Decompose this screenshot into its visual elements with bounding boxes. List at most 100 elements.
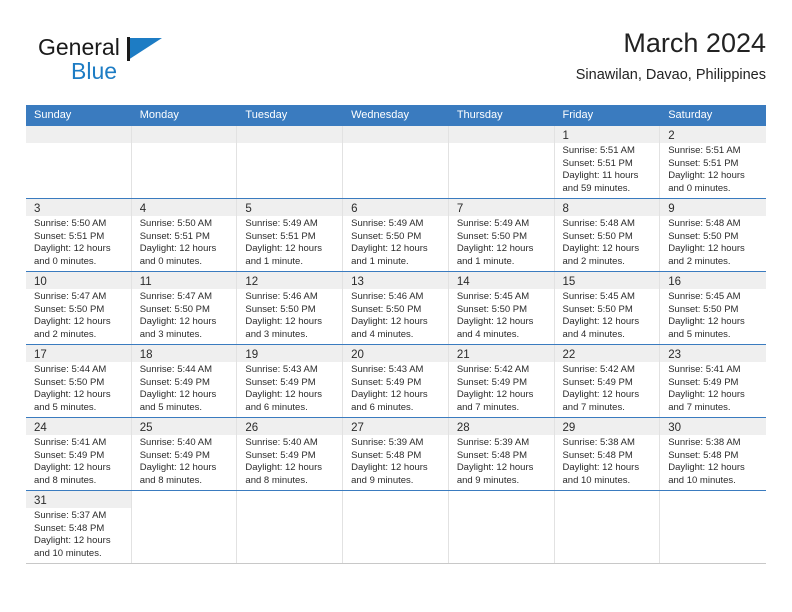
calendar-day-cell[interactable]: 24 Sunrise: 5:41 AM Sunset: 5:49 PM Dayligh…: [26, 418, 132, 490]
day-number: 25: [139, 422, 153, 434]
logo-flag-icon: [127, 37, 162, 61]
day-info-line: Daylight: 12 hours: [34, 535, 111, 547]
calendar-empty-cell: [449, 491, 555, 563]
day-number: 24: [34, 422, 47, 434]
day-info-line: Daylight: 12 hours: [34, 389, 111, 401]
day-info-line: and 1 minute.: [245, 255, 303, 267]
day-info-line: and 7 minutes.: [668, 401, 731, 413]
calendar-day-cell[interactable]: 23 Sunrise: 5:41 AM Sunset: 5:49 PM Dayligh…: [660, 345, 766, 417]
day-info-line: Daylight: 12 hours: [245, 462, 322, 474]
calendar-day-cell[interactable]: 21 Sunrise: 5:42 AM Sunset: 5:49 PM Dayligh…: [448, 345, 555, 417]
day-info-line: Sunset: 5:50 PM: [34, 303, 105, 315]
day-sun-info: Sunrise: 5:46 AM Sunset: 5:50 PM Daylight:…: [343, 289, 448, 341]
calendar-day-cell[interactable]: 29 Sunrise: 5:38 AM Sunset: 5:48 PM Dayligh…: [554, 418, 661, 490]
day-number: 6: [351, 203, 358, 215]
day-sun-info: Sunrise: 5:43 AM Sunset: 5:49 PM Daylight:…: [343, 362, 448, 414]
calendar-day-cell[interactable]: 1 Sunrise: 5:51 AM Sunset: 5:51 PM Daylight…: [554, 126, 661, 198]
day-number-band: [660, 491, 766, 508]
calendar-day-cell[interactable]: 8 Sunrise: 5:48 AM Sunset: 5:50 PM Daylight…: [554, 199, 661, 271]
calendar-day-cell[interactable]: 2 Sunrise: 5:51 AM Sunset: 5:51 PM Daylight…: [660, 126, 766, 198]
calendar-day-cell[interactable]: 9 Sunrise: 5:48 AM Sunset: 5:50 PM Daylight…: [660, 199, 766, 271]
day-number-band: [343, 491, 448, 508]
page-subtitle: Sinawilan, Davao, Philippines: [575, 67, 766, 83]
day-info-line: Daylight: 12 hours: [562, 389, 640, 401]
calendar-day-cell[interactable]: 11 Sunrise: 5:47 AM Sunset: 5:50 PM Dayligh…: [131, 272, 238, 344]
day-sun-info: Sunrise: 5:48 AM Sunset: 5:50 PM Daylight:…: [660, 216, 766, 268]
day-number-band: 20: [343, 345, 448, 362]
day-info-line: Daylight: 12 hours: [139, 462, 217, 474]
day-number-band: [237, 491, 342, 508]
day-info-line: Daylight: 12 hours: [456, 389, 534, 401]
weekday-header-monday: Monday: [139, 109, 179, 121]
day-number-band: 6: [343, 199, 448, 216]
day-info-line: and 8 minutes.: [245, 474, 308, 486]
calendar-day-cell[interactable]: 18 Sunrise: 5:44 AM Sunset: 5:49 PM Dayligh…: [131, 345, 238, 417]
day-number-band: 25: [131, 418, 237, 435]
day-number: 20: [351, 349, 364, 361]
day-info-line: and 10 minutes.: [34, 547, 102, 559]
calendar-day-cell[interactable]: 20 Sunrise: 5:43 AM Sunset: 5:49 PM Dayligh…: [343, 345, 449, 417]
calendar-day-cell[interactable]: 27 Sunrise: 5:39 AM Sunset: 5:48 PM Dayligh…: [343, 418, 449, 490]
day-info-line: Daylight: 12 hours: [668, 316, 745, 328]
calendar-day-cell[interactable]: 22 Sunrise: 5:42 AM Sunset: 5:49 PM Dayligh…: [554, 345, 661, 417]
day-number: 1: [562, 130, 569, 142]
logo-text-general: General: [38, 34, 120, 60]
calendar-day-cell[interactable]: 10 Sunrise: 5:47 AM Sunset: 5:50 PM Dayligh…: [26, 272, 132, 344]
calendar-day-cell[interactable]: 14 Sunrise: 5:45 AM Sunset: 5:50 PM Dayligh…: [448, 272, 555, 344]
calendar-day-cell[interactable]: 15 Sunrise: 5:45 AM Sunset: 5:50 PM Dayligh…: [554, 272, 661, 344]
day-number: 17: [34, 349, 47, 361]
day-info-line: and 7 minutes.: [562, 401, 625, 413]
day-info-line: and 5 minutes.: [34, 401, 97, 413]
calendar-day-cell[interactable]: 30 Sunrise: 5:38 AM Sunset: 5:48 PM Dayligh…: [660, 418, 766, 490]
day-sun-info: Sunrise: 5:42 AM Sunset: 5:49 PM Daylight:…: [555, 362, 660, 414]
day-info-line: Sunrise: 5:51 AM: [668, 145, 741, 156]
calendar-empty-cell: [237, 126, 344, 198]
calendar-day-cell[interactable]: 3 Sunrise: 5:50 AM Sunset: 5:51 PM Daylight…: [26, 199, 132, 271]
day-info-line: Sunset: 5:50 PM: [351, 303, 422, 315]
day-number-band: [131, 126, 237, 143]
day-info-line: Daylight: 12 hours: [245, 389, 322, 401]
calendar-day-cell[interactable]: 16 Sunrise: 5:45 AM Sunset: 5:50 PM Dayligh…: [660, 272, 766, 344]
day-number-band: 19: [237, 345, 343, 362]
day-info-line: and 8 minutes.: [139, 474, 203, 486]
day-info-line: Sunrise: 5:43 AM: [245, 364, 318, 375]
day-info-line: and 0 minutes.: [139, 255, 203, 267]
day-number-band: 16: [660, 272, 766, 289]
calendar-empty-cell: [448, 126, 555, 198]
day-number-band: 9: [660, 199, 766, 216]
day-number: 8: [562, 203, 569, 215]
day-number: 26: [245, 422, 259, 434]
day-info-line: Sunset: 5:48 PM: [668, 449, 739, 461]
calendar-day-cell[interactable]: 25 Sunrise: 5:40 AM Sunset: 5:49 PM Dayligh…: [131, 418, 238, 490]
day-info-line: Sunrise: 5:49 AM: [245, 218, 318, 229]
calendar-day-cell[interactable]: 17 Sunrise: 5:44 AM Sunset: 5:50 PM Dayligh…: [26, 345, 132, 417]
day-info-line: Daylight: 12 hours: [351, 243, 428, 255]
day-info-line: Sunrise: 5:51 AM: [562, 145, 635, 156]
day-info-line: Sunrise: 5:39 AM: [456, 437, 530, 448]
calendar-day-cell[interactable]: 5 Sunrise: 5:49 AM Sunset: 5:51 PM Daylight…: [237, 199, 344, 271]
day-number: 19: [245, 349, 259, 361]
calendar-week-row: 3 Sunrise: 5:50 AM Sunset: 5:51 PM Daylight…: [26, 198, 766, 271]
calendar-day-cell[interactable]: 31 Sunrise: 5:37 AM Sunset: 5:48 PM Dayligh…: [26, 491, 132, 563]
day-info-line: Sunrise: 5:50 AM: [34, 218, 107, 229]
calendar-day-cell[interactable]: 6 Sunrise: 5:49 AM Sunset: 5:50 PM Daylight…: [343, 199, 449, 271]
day-sun-info: Sunrise: 5:51 AM Sunset: 5:51 PM Daylight:…: [660, 143, 766, 195]
calendar-day-cell[interactable]: 12 Sunrise: 5:46 AM Sunset: 5:50 PM Dayligh…: [237, 272, 344, 344]
day-info-line: and 3 minutes.: [245, 328, 308, 340]
calendar-day-cell[interactable]: 28 Sunrise: 5:39 AM Sunset: 5:48 PM Dayligh…: [448, 418, 555, 490]
day-number: 29: [562, 422, 576, 434]
day-info-line: Daylight: 12 hours: [456, 243, 534, 255]
day-sun-info: Sunrise: 5:45 AM Sunset: 5:50 PM Daylight:…: [449, 289, 554, 341]
calendar-day-cell[interactable]: 4 Sunrise: 5:50 AM Sunset: 5:51 PM Daylight…: [131, 199, 238, 271]
day-number: 3: [34, 203, 41, 215]
calendar-weeks: 1 Sunrise: 5:51 AM Sunset: 5:51 PM Daylight…: [26, 125, 766, 564]
day-info-line: Sunrise: 5:37 AM: [34, 510, 107, 521]
day-number-band: [237, 126, 343, 143]
calendar-day-cell[interactable]: 19 Sunrise: 5:43 AM Sunset: 5:49 PM Dayligh…: [237, 345, 344, 417]
day-info-line: Sunrise: 5:45 AM: [456, 291, 530, 302]
calendar-day-cell[interactable]: 7 Sunrise: 5:49 AM Sunset: 5:50 PM Daylight…: [448, 199, 555, 271]
calendar-day-cell[interactable]: 13 Sunrise: 5:46 AM Sunset: 5:50 PM Dayligh…: [343, 272, 449, 344]
weekday-header-thursday: Thursday: [456, 109, 503, 121]
calendar-day-cell[interactable]: 26 Sunrise: 5:40 AM Sunset: 5:49 PM Dayligh…: [237, 418, 344, 490]
day-info-line: Sunset: 5:50 PM: [456, 230, 528, 242]
